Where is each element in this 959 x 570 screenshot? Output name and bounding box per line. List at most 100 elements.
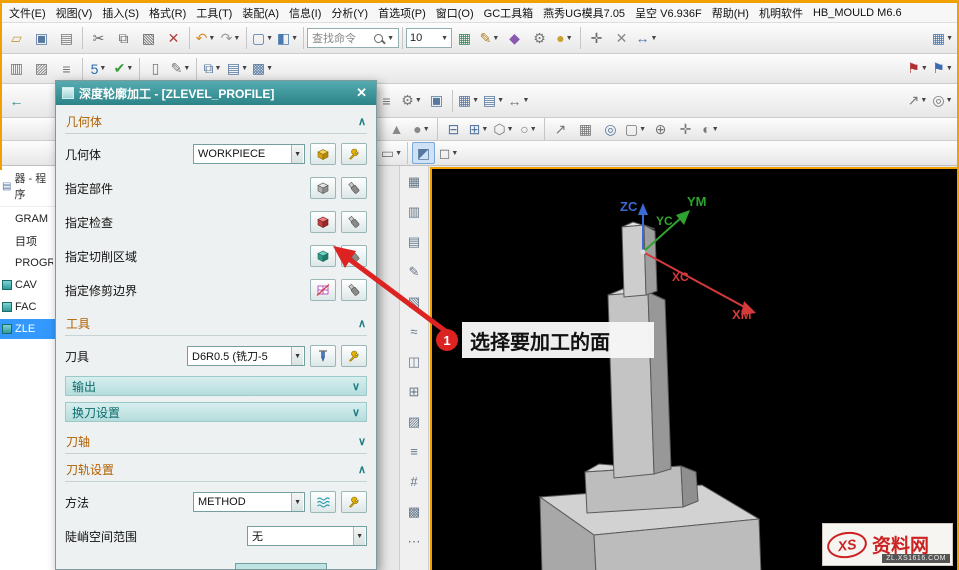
copy-icon[interactable]: ⧉ bbox=[112, 27, 135, 49]
dropdown-arrow-icon[interactable]: ▼ bbox=[241, 65, 248, 72]
back-icon[interactable]: ← bbox=[5, 90, 28, 112]
pattern-icon[interactable]: ▩ ▼ bbox=[251, 58, 274, 80]
dashed-rect-icon[interactable]: ▭ ▼ bbox=[380, 142, 403, 164]
grid-plus-icon[interactable]: ⊞ bbox=[403, 381, 425, 402]
grid-b-icon[interactable]: ▤ ▼ bbox=[482, 90, 505, 112]
chevron-down-icon[interactable]: ∨ bbox=[352, 406, 360, 419]
dropdown-arrow-icon[interactable]: ▼ bbox=[215, 65, 222, 72]
clipboard2-icon[interactable]: ▥ bbox=[403, 201, 425, 222]
output-subsection[interactable]: 输出 ∨ bbox=[65, 376, 367, 396]
menu-item[interactable]: 信息(I) bbox=[284, 3, 326, 22]
screenshot-icon[interactable]: ▢ ▼ bbox=[251, 27, 274, 49]
navigator-item[interactable]: 目项 bbox=[0, 231, 55, 251]
dropdown-arrow-icon[interactable]: ▼ bbox=[208, 35, 215, 42]
grid-5-icon[interactable]: 5 ▼ bbox=[87, 58, 110, 80]
chevron-up-icon[interactable]: ∧ bbox=[358, 463, 366, 476]
menu-item[interactable]: 首选项(P) bbox=[373, 3, 431, 22]
save-icon[interactable]: ▣ bbox=[30, 27, 53, 49]
sphere-icon[interactable]: ● ▼ bbox=[553, 27, 576, 49]
menu-item[interactable]: 呈空 V6.936F bbox=[630, 3, 707, 22]
dialog-title-bar[interactable]: 深度轮廓加工 - [ZLEVEL_PROFILE] ✕ bbox=[56, 81, 376, 105]
navigator-item[interactable]: PROGR bbox=[0, 253, 55, 273]
dropdown-arrow-icon[interactable]: ▼ bbox=[126, 65, 133, 72]
navigator-item[interactable]: GRAM bbox=[0, 209, 55, 229]
tool-section-header[interactable]: 工具 ∧ bbox=[65, 310, 367, 336]
menu-item[interactable]: 插入(S) bbox=[97, 3, 144, 22]
print-icon[interactable]: ▤ bbox=[55, 27, 78, 49]
specify-trim-button[interactable] bbox=[310, 279, 336, 301]
window-grid-icon[interactable]: ▦ ▼ bbox=[931, 27, 954, 49]
flag-blue-icon[interactable]: ⚑ ▼ bbox=[931, 58, 954, 80]
list2-icon[interactable]: ≡ bbox=[403, 441, 425, 462]
dropdown-arrow-icon[interactable]: ▼ bbox=[415, 97, 422, 104]
new-geometry-button[interactable] bbox=[341, 143, 367, 165]
dropdown-arrow-icon[interactable]: ▼ bbox=[481, 126, 488, 133]
dropdown-arrow-icon[interactable]: ▼ bbox=[712, 126, 719, 133]
empty-box-icon[interactable]: ▢ ▼ bbox=[624, 118, 647, 140]
dropdown-arrow-icon[interactable]: ▼ bbox=[387, 35, 394, 42]
display-check-button[interactable] bbox=[341, 211, 367, 233]
sheet-icon[interactable]: ▦ bbox=[453, 27, 476, 49]
viewport-canvas[interactable]: ZC YM YC XC XM bbox=[432, 169, 959, 570]
edit-geometry-button[interactable] bbox=[310, 143, 336, 165]
stack-icon[interactable]: ▤ ▼ bbox=[226, 58, 249, 80]
dropdown-arrow-icon[interactable]: ▼ bbox=[233, 35, 240, 42]
box-plus-icon[interactable]: ⊞ ▼ bbox=[467, 118, 490, 140]
sphere2-icon[interactable]: ● ▼ bbox=[410, 118, 433, 140]
graphics-viewport[interactable]: ZC YM YC XC XM bbox=[430, 167, 959, 570]
flag-red-icon[interactable]: ⚑ ▼ bbox=[906, 58, 929, 80]
display-trim-button[interactable] bbox=[341, 279, 367, 301]
columns-icon[interactable]: ◫ bbox=[403, 351, 425, 372]
dropdown-arrow-icon[interactable]: ▼ bbox=[566, 35, 573, 42]
steep-range-combo[interactable]: 无 ▼ bbox=[247, 526, 367, 546]
check-layers-icon[interactable]: ✔ ▼ bbox=[112, 58, 135, 80]
hatch2-icon[interactable]: ▨ bbox=[403, 411, 425, 432]
grid-a-icon[interactable]: ▦ ▼ bbox=[457, 90, 480, 112]
edit-method-button[interactable] bbox=[310, 491, 336, 513]
undo-icon[interactable]: ↶ ▼ bbox=[194, 27, 217, 49]
dropdown-arrow-icon[interactable]: ▼ bbox=[497, 97, 504, 104]
shaded-view-icon[interactable]: ◩ bbox=[412, 142, 435, 164]
dropdown-arrow-icon[interactable]: ▼ bbox=[472, 97, 479, 104]
dashed-select-icon[interactable]: ▦ bbox=[403, 171, 425, 192]
dropdown-arrow-icon[interactable]: ▼ bbox=[946, 97, 953, 104]
dropdown-arrow-icon[interactable]: ▼ bbox=[920, 97, 927, 104]
render-style-icon[interactable]: ◧ ▼ bbox=[276, 27, 299, 49]
pencil2-icon[interactable]: ✎ bbox=[403, 261, 425, 282]
box-minus-icon[interactable]: ⊟ bbox=[442, 118, 465, 140]
new-method-button[interactable] bbox=[341, 491, 367, 513]
tool-combo[interactable]: D6R0.5 (铣刀-5 ▼ bbox=[187, 346, 305, 366]
dropdown-arrow-icon[interactable]: ▼ bbox=[395, 150, 402, 157]
list-icon[interactable]: ≡ bbox=[375, 90, 398, 112]
pattern2-icon[interactable]: ▩ bbox=[403, 501, 425, 522]
geometry-combo[interactable]: WORKPIECE ▼ bbox=[193, 144, 305, 164]
menu-item[interactable]: 分析(Y) bbox=[326, 3, 373, 22]
dropdown-arrow-icon[interactable]: ▼ bbox=[266, 35, 273, 42]
method-combo[interactable]: METHOD ▼ bbox=[193, 492, 305, 512]
dropdown-arrow-icon[interactable]: ▼ bbox=[441, 35, 448, 42]
clipboard-icon[interactable]: ▥ bbox=[5, 58, 28, 80]
target2-icon[interactable]: ◎ bbox=[599, 118, 622, 140]
menu-item[interactable]: 窗口(O) bbox=[431, 3, 479, 22]
specify-part-button[interactable] bbox=[310, 177, 336, 199]
menu-item[interactable]: 燕秀UG模具7.05 bbox=[538, 3, 630, 22]
toolchange-subsection[interactable]: 换刀设置 ∨ bbox=[65, 402, 367, 422]
tool-output-button[interactable] bbox=[310, 345, 336, 367]
notes-icon[interactable]: ▤ bbox=[403, 231, 425, 252]
menu-item[interactable]: 视图(V) bbox=[51, 3, 98, 22]
axis-icon[interactable]: ↗ bbox=[549, 118, 572, 140]
dropdown-arrow-icon[interactable]: ▼ bbox=[266, 65, 273, 72]
dropdown-arrow-icon[interactable]: ▼ bbox=[423, 126, 430, 133]
measure-icon[interactable]: ↔ ▼ bbox=[635, 27, 658, 49]
gear-icon[interactable]: ⚙ bbox=[528, 27, 551, 49]
dropdown-arrow-icon[interactable]: ▼ bbox=[99, 65, 106, 72]
dropdown-arrow-icon[interactable]: ▼ bbox=[639, 126, 646, 133]
navigator-item[interactable]: CAV bbox=[0, 275, 55, 295]
delete-icon[interactable]: ✕ bbox=[162, 27, 185, 49]
wave-icon[interactable]: ≈ bbox=[403, 321, 425, 342]
circle-icon[interactable]: ○ ▼ bbox=[517, 118, 540, 140]
dropdown-arrow-icon[interactable]: ▼ bbox=[451, 150, 458, 157]
diamond-icon[interactable]: ◆ bbox=[503, 27, 526, 49]
menu-item[interactable]: 文件(E) bbox=[4, 3, 51, 22]
menu-item[interactable]: 帮助(H) bbox=[707, 3, 754, 22]
